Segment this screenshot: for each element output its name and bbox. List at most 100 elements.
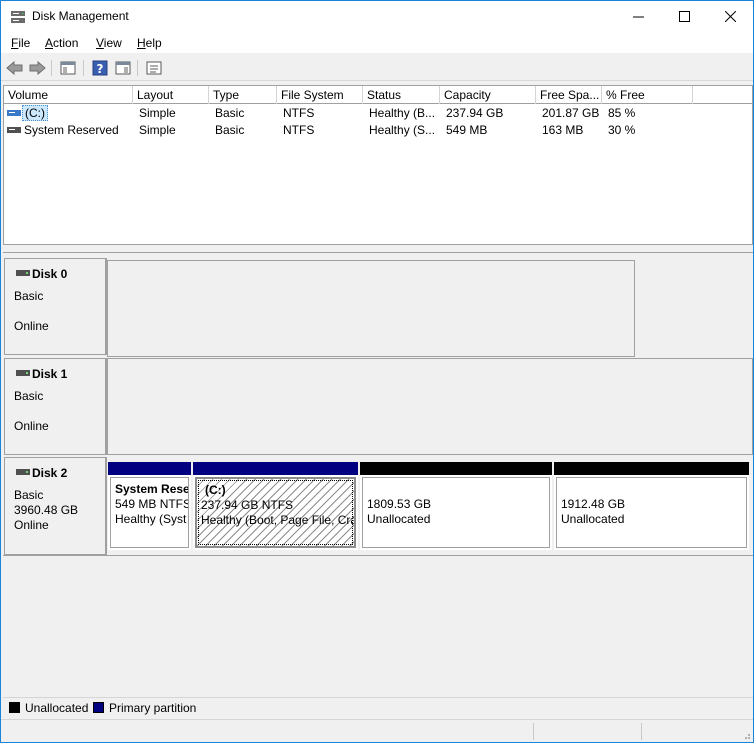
properties-button[interactable] xyxy=(144,58,164,78)
help-icon: ? xyxy=(92,60,108,76)
legend-swatch-unallocated xyxy=(9,702,20,713)
disk-0-partition-area[interactable] xyxy=(107,260,635,357)
volume-layout: Simple xyxy=(139,106,176,120)
disk-management-window: Disk Management File Action View Help ? xyxy=(0,0,754,743)
back-icon xyxy=(6,60,23,76)
partition-size: 1809.53 GB xyxy=(367,497,432,511)
partition-status: Healthy (Boot, Page File, Cra xyxy=(201,513,356,527)
help-button[interactable]: ? xyxy=(90,58,110,78)
back-button[interactable] xyxy=(5,58,25,78)
volume-row[interactable]: System Reserved Simple Basic NTFS Health… xyxy=(4,122,752,139)
disk-1-label[interactable]: Disk 1 Basic Online xyxy=(4,358,107,455)
disk-type: Basic xyxy=(14,488,44,502)
disk-name: Disk 0 xyxy=(32,267,68,281)
legend-label-primary: Primary partition xyxy=(109,701,197,715)
maximize-icon xyxy=(678,11,690,22)
volume-status: Healthy (S... xyxy=(369,123,436,137)
window-title: Disk Management xyxy=(32,9,129,23)
column-header-file-system[interactable]: File System xyxy=(277,86,363,104)
column-header-capacity[interactable]: Capacity xyxy=(440,86,536,104)
partition-unallocated-1[interactable]: 1809.53 GB Unallocated xyxy=(360,462,552,550)
partition-size: 237.94 GB NTFS xyxy=(201,498,294,512)
partition-type-bar xyxy=(193,462,358,475)
column-header-free-space[interactable]: Free Spa... xyxy=(536,86,602,104)
volume-row[interactable]: (C:) Simple Basic NTFS Healthy (B... 237… xyxy=(4,105,752,122)
action-pane-icon xyxy=(115,61,131,75)
partition-name: System Rese xyxy=(115,482,189,496)
partition-system-reserved[interactable]: System Rese 549 MB NTFS Healthy (Syst xyxy=(108,462,191,550)
volume-capacity: 549 MB xyxy=(446,123,488,137)
partition-status: Healthy (Syst xyxy=(115,512,187,526)
volume-status: Healthy (B... xyxy=(369,106,436,120)
disk-name: Disk 1 xyxy=(32,367,68,381)
volume-percent-free: 30 % xyxy=(608,123,636,137)
partition-type-bar xyxy=(108,462,191,475)
volume-capacity: 237.94 GB xyxy=(446,106,504,120)
column-header-type[interactable]: Type xyxy=(209,86,277,104)
partition-type-bar xyxy=(554,462,749,475)
menu-help[interactable]: Help xyxy=(137,36,162,50)
volume-name: (C:) xyxy=(22,105,48,121)
legend: Unallocated Primary partition xyxy=(3,697,753,717)
toolbar: ? xyxy=(1,55,753,81)
toolbar-separator xyxy=(51,60,52,76)
volume-percent-free: 85 % xyxy=(608,106,636,120)
volume-free-space: 163 MB xyxy=(542,123,584,137)
maximize-button[interactable] xyxy=(661,1,707,32)
resize-grip-icon[interactable] xyxy=(741,730,751,740)
disk-status: Online xyxy=(14,319,49,333)
disk-size: 3960.48 GB xyxy=(14,503,79,517)
toolbar-separator xyxy=(83,60,84,76)
status-bar-separator xyxy=(533,723,534,740)
disk-icon xyxy=(16,270,30,276)
volume-list[interactable]: Volume Layout Type File System Status Ca… xyxy=(3,85,753,245)
column-header-status[interactable]: Status xyxy=(363,86,440,104)
legend-label-unallocated: Unallocated xyxy=(25,701,89,715)
volume-free-space: 201.87 GB xyxy=(542,106,600,120)
volume-type: Basic xyxy=(215,123,245,137)
partition-type-bar xyxy=(360,462,552,475)
volume-file-system: NTFS xyxy=(283,106,315,120)
volume-file-system: NTFS xyxy=(283,123,315,137)
title-bar[interactable]: Disk Management xyxy=(1,1,753,32)
partition-size: 549 MB NTFS xyxy=(115,497,189,511)
minimize-button[interactable] xyxy=(615,1,661,32)
disk-graphical-view: Disk 0 Basic Online Disk 1 Basic Online … xyxy=(3,252,753,694)
console-tree-icon xyxy=(60,61,76,75)
volume-name: System Reserved xyxy=(24,123,119,137)
disk-row-divider xyxy=(3,555,753,556)
properties-icon xyxy=(146,61,162,75)
pane-splitter[interactable] xyxy=(1,247,753,251)
menu-file[interactable]: File xyxy=(11,36,30,50)
partition-unallocated-2[interactable]: 1912.48 GB Unallocated xyxy=(554,462,749,550)
forward-button[interactable] xyxy=(27,58,47,78)
disk-0-label[interactable]: Disk 0 Basic Online xyxy=(4,258,107,355)
minimize-icon xyxy=(632,16,644,18)
disk-management-app-icon xyxy=(11,11,25,23)
disk-1-partition-area[interactable] xyxy=(107,358,753,455)
volume-list-header: Volume Layout Type File System Status Ca… xyxy=(4,86,752,104)
partition-status: Unallocated xyxy=(561,512,625,526)
partition-c-drive[interactable]: (C:) 237.94 GB NTFS Healthy (Boot, Page … xyxy=(193,462,358,550)
partition-size: 1912.48 GB xyxy=(561,497,626,511)
close-button[interactable] xyxy=(707,1,753,32)
forward-icon xyxy=(29,60,46,76)
disk-2-label[interactable]: Disk 2 Basic 3960.48 GB Online xyxy=(4,457,107,555)
column-header-volume[interactable]: Volume xyxy=(4,86,133,104)
column-header-layout[interactable]: Layout xyxy=(133,86,209,104)
disk-icon xyxy=(16,370,30,376)
console-tree-button[interactable] xyxy=(58,58,78,78)
action-pane-button[interactable] xyxy=(113,58,133,78)
legend-swatch-primary xyxy=(93,702,104,713)
status-bar xyxy=(1,719,753,742)
menu-action[interactable]: Action xyxy=(45,36,78,50)
close-icon xyxy=(724,11,736,22)
svg-text:?: ? xyxy=(97,62,104,76)
disk-status: Online xyxy=(14,518,49,532)
menu-bar: File Action View Help xyxy=(1,32,753,54)
column-header-percent-free[interactable]: % Free xyxy=(602,86,693,104)
menu-view[interactable]: View xyxy=(96,36,122,50)
toolbar-separator xyxy=(137,60,138,76)
volume-type: Basic xyxy=(215,106,245,120)
volume-layout: Simple xyxy=(139,123,176,137)
